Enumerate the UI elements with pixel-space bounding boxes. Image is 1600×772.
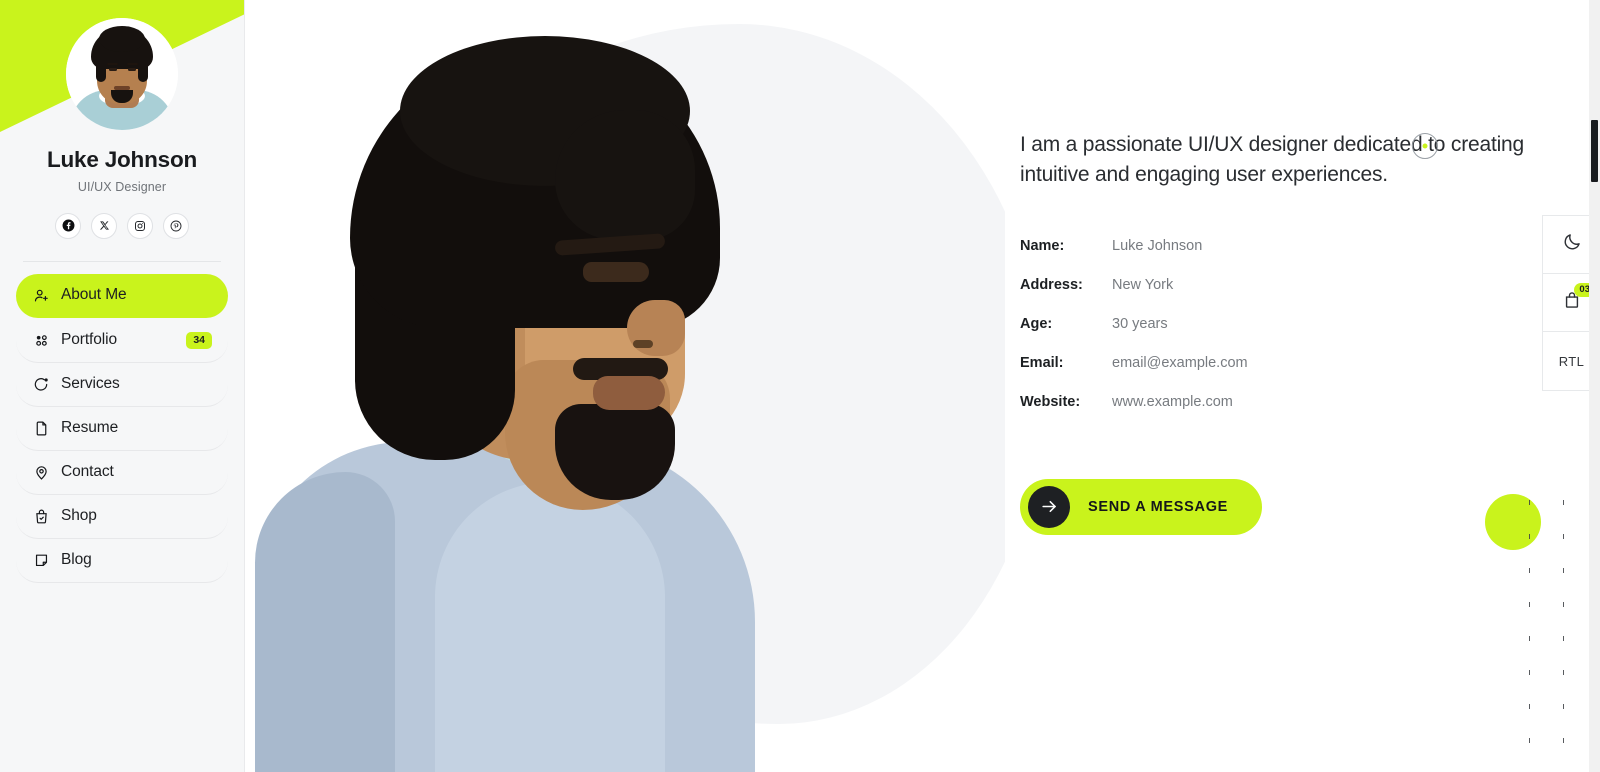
info-label: Email: (1020, 354, 1064, 371)
sidebar-item-label: Resume (61, 419, 119, 437)
sidebar-item-blog[interactable]: Blog (16, 539, 228, 583)
sidebar-item-label: Services (61, 375, 120, 393)
sidebar-item-about-me[interactable]: About Me (16, 273, 228, 318)
portrait-column (245, 0, 1005, 772)
social-links (0, 212, 244, 239)
info-label: Age: (1020, 315, 1053, 332)
page-scrollbar[interactable] (1589, 0, 1600, 772)
portfolio-count-badge: 34 (186, 332, 212, 349)
profile-block: Luke Johnson UI/UX Designer (0, 0, 244, 239)
info-row: Email: email@example.com (1020, 355, 1540, 394)
sidebar-item-label: Contact (61, 463, 114, 481)
page-scrollbar-thumb[interactable] (1591, 120, 1598, 182)
instagram-icon[interactable] (127, 212, 153, 239)
sidebar-item-shop[interactable]: Shop (16, 495, 228, 539)
sidebar-nav: About Me Portfolio 34 Services Resume Co… (0, 273, 244, 583)
profile-name: Luke Johnson (46, 147, 198, 172)
info-label: Website: (1020, 393, 1081, 410)
pinterest-icon[interactable] (163, 212, 189, 239)
info-row: Age: 30 years (1020, 316, 1540, 355)
info-value: Luke Johnson (1112, 237, 1203, 254)
sidebar-item-label: Portfolio (61, 331, 117, 349)
about-content: I am a passionate UI/UX designer dedicat… (1020, 0, 1600, 772)
sidebar-item-services[interactable]: Services (16, 363, 228, 407)
info-list: Name: Luke Johnson Address: New York Age… (1020, 238, 1540, 433)
moon-icon (1562, 232, 1582, 257)
location-pin-icon (32, 463, 50, 481)
info-row: Name: Luke Johnson (1020, 238, 1540, 277)
info-row: Website: www.example.com (1020, 394, 1540, 433)
avatar (66, 18, 178, 130)
x-twitter-icon[interactable] (91, 212, 117, 239)
sidebar-item-contact[interactable]: Contact (16, 451, 228, 495)
facebook-icon[interactable] (55, 212, 81, 239)
arrow-right-icon (1028, 485, 1070, 528)
main-content: I am a passionate UI/UX designer dedicat… (245, 0, 1600, 772)
sidebar-item-resume[interactable]: Resume (16, 407, 228, 451)
shopping-bag-icon (32, 507, 50, 525)
portfolio-page: Luke Johnson UI/UX Designer About Me Por… (0, 0, 1600, 772)
info-label: Name: (1020, 237, 1065, 254)
sidebar-divider (23, 260, 221, 262)
pdf-file-icon (32, 419, 50, 437)
service-arc-icon (32, 375, 50, 393)
send-message-label: SEND A MESSAGE (1088, 498, 1229, 515)
sidebar: Luke Johnson UI/UX Designer About Me Por… (0, 0, 245, 772)
info-row: Address: New York (1020, 277, 1540, 316)
info-value: email@example.com (1112, 354, 1248, 371)
green-circle-decoration (1485, 494, 1541, 550)
profile-photo (255, 0, 895, 772)
info-label: Address: (1020, 276, 1083, 293)
info-value: New York (1112, 276, 1174, 293)
sidebar-item-label: Shop (61, 507, 97, 525)
sidebar-item-label: About Me (61, 286, 127, 304)
intro-text: I am a passionate UI/UX designer dedicat… (1020, 133, 1524, 186)
info-value: www.example.com (1112, 393, 1233, 410)
send-message-button[interactable]: SEND A MESSAGE (1020, 478, 1263, 535)
grid-dots-icon (32, 331, 50, 349)
user-plus-icon (32, 286, 50, 304)
rtl-label: RTL (1558, 353, 1585, 369)
sidebar-item-portfolio[interactable]: Portfolio 34 (16, 319, 228, 363)
info-value: 30 years (1112, 315, 1168, 332)
note-page-icon (32, 551, 50, 569)
profile-role: UI/UX Designer (77, 179, 167, 194)
sidebar-item-label: Blog (61, 551, 92, 569)
